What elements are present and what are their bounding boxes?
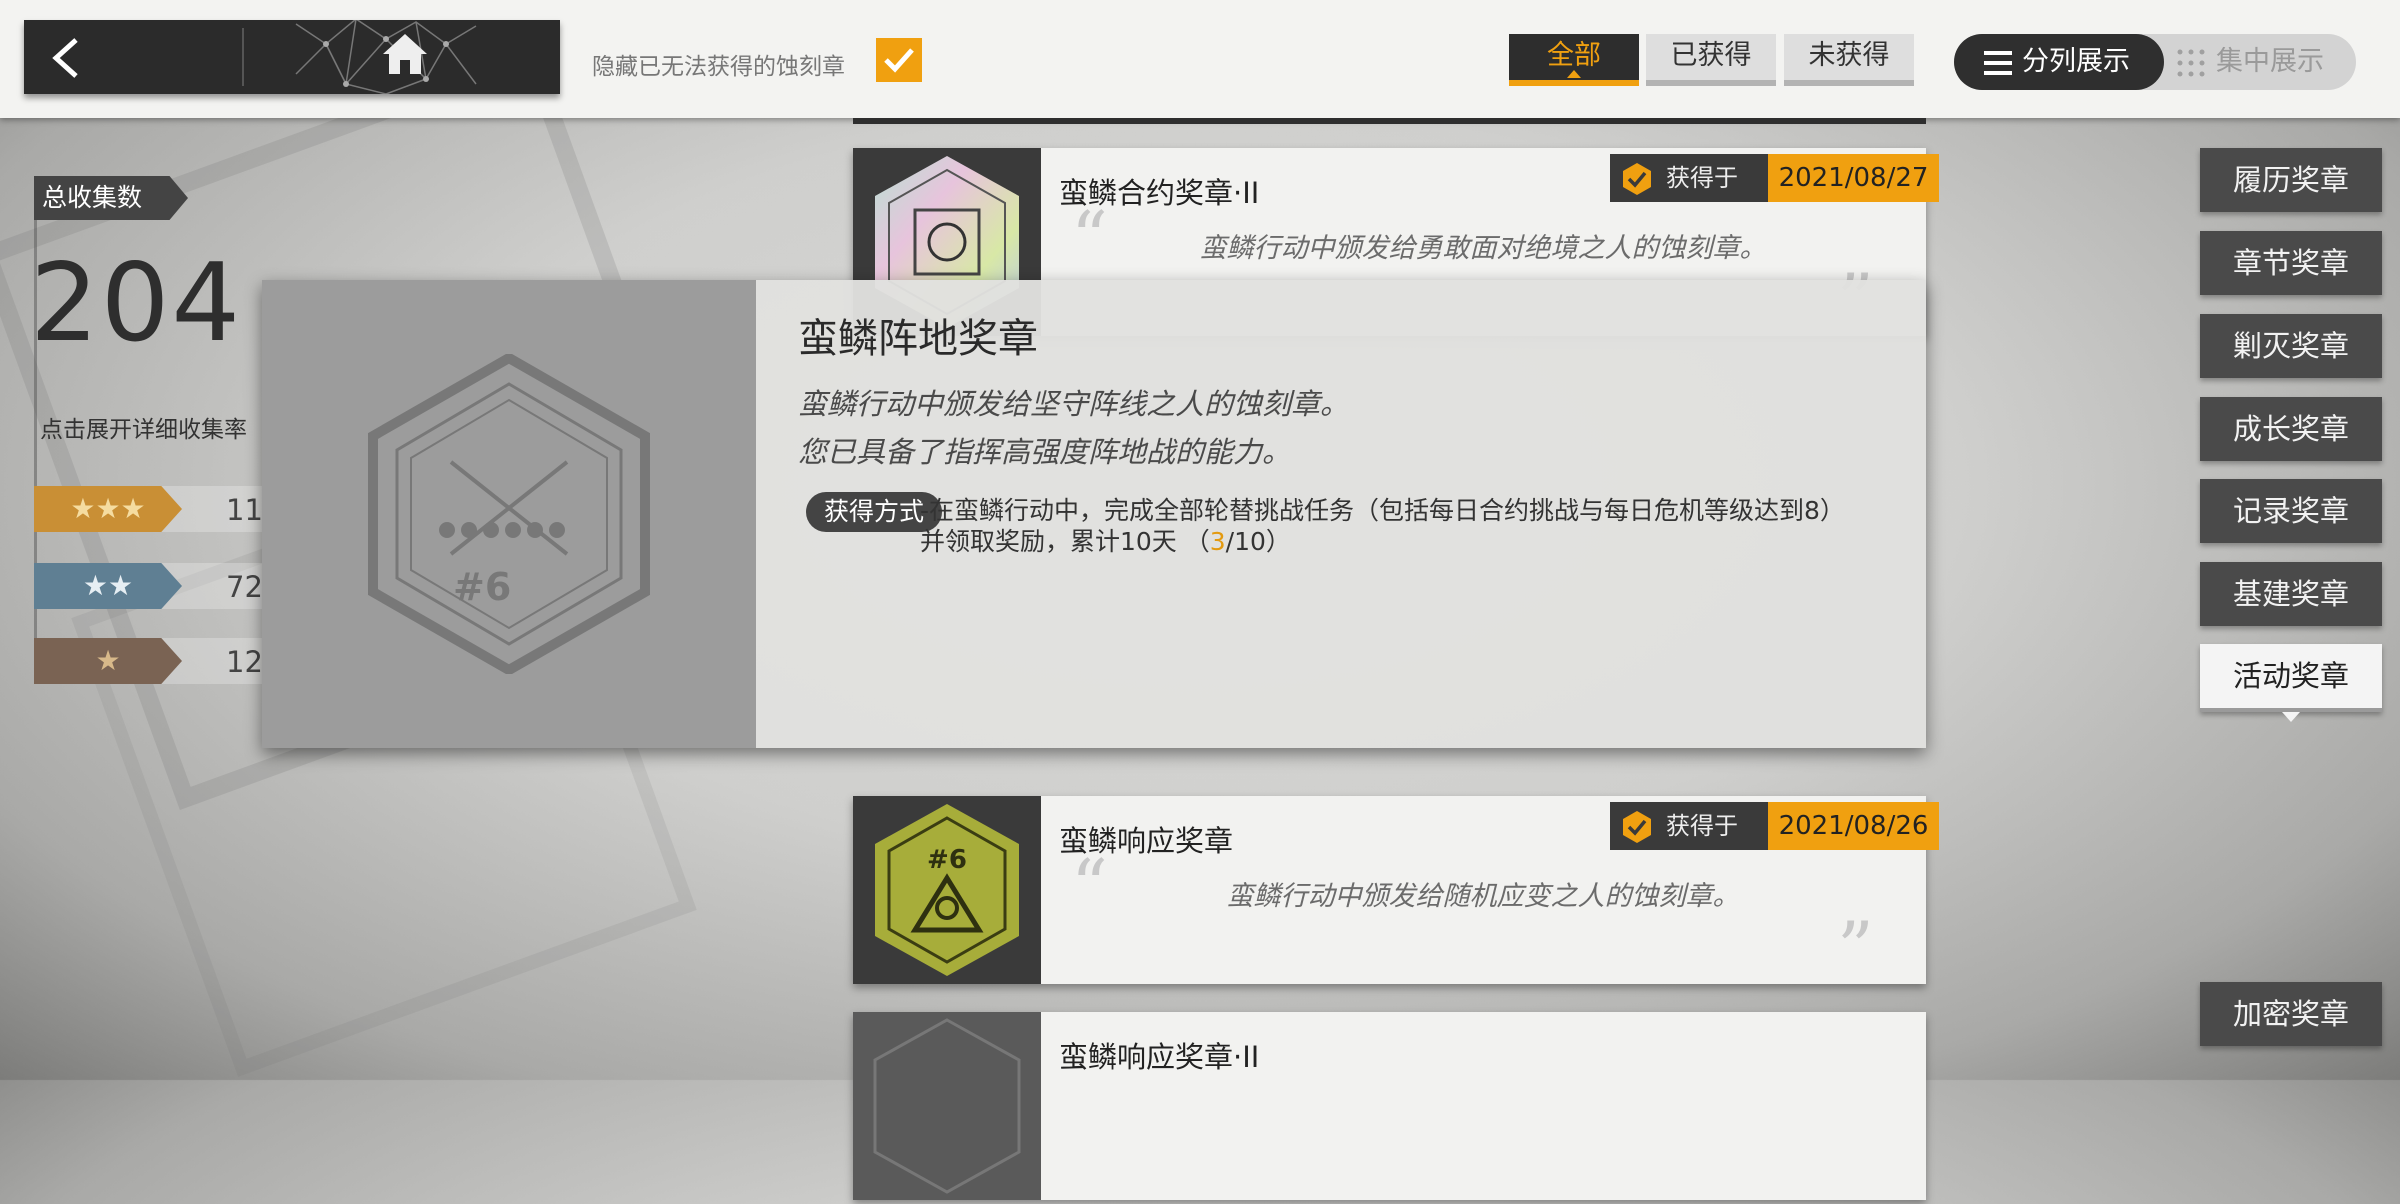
back-button[interactable] [24,20,242,94]
close-quote-icon: ” [1837,906,1874,990]
total-collection-title: 总收集数 [34,176,188,220]
category-growth[interactable]: 成长奖章 [2200,397,2382,461]
popup-info-panel: 蛮鳞阵地奖章 蛮鳞行动中颁发给坚守阵线之人的蚀刻章。 您已具备了指挥高强度阵地战… [756,280,1926,748]
view-split-button[interactable]: 分列展示 [1954,34,2164,90]
popup-desc-line: 您已具备了指挥高强度阵地战的能力。 [798,435,1292,469]
medal-card[interactable]: #6 蛮鳞响应奖章 “ 蛮鳞行动中颁发给随机应变之人的蚀刻章。 ” 获得于 20… [853,796,1939,990]
category-chapter[interactable]: 章节奖章 [2200,231,2382,295]
progress-current: 3 [1209,527,1226,556]
one-star-badge: ★ [34,638,182,684]
obtained-label: 获得于 [1666,812,1738,840]
category-event[interactable]: 活动奖章 [2200,644,2382,722]
two-star-badge: ★★ [34,563,182,609]
obtained-badge: 获得于 [1610,154,1768,202]
medal-description: 蛮鳞行动中颁发给随机应变之人的蚀刻章。 [1226,881,1740,912]
popup-medal-description: 蛮鳞行动中颁发给坚守阵线之人的蚀刻章。 您已具备了指挥高强度阵地战的能力。 [798,380,1349,476]
tab-all[interactable]: 全部 [1509,34,1639,86]
three-star-badge: ★★★ [34,486,182,532]
rarity-row-2-star: ★★ 72 [34,563,264,609]
nav-box [24,20,560,94]
obtained-date: 2021/08/27 [1768,154,1939,202]
medal-thumbnail: #6 [853,796,1041,984]
popup-medal-title: 蛮鳞阵地奖章 [798,316,1038,362]
popup-desc-line: 蛮鳞行动中颁发给坚守阵线之人的蚀刻章。 [798,387,1350,421]
total-collection-count: 204 [30,241,243,366]
obtained-check-icon [1623,811,1651,843]
tab-obtained-label: 已获得 [1670,40,1752,71]
obtained-check-icon [1623,163,1651,195]
top-bar: 隐藏已无法获得的蚀刻章 全部 已获得 未获得 分列展示 集中展示 [0,0,2400,118]
active-category-caret-icon [2282,712,2300,722]
view-mode-toggle: 分列展示 集中展示 [1954,34,2356,90]
open-quote-icon: “ [1071,196,1108,280]
nav-divider [242,28,244,86]
acquire-method-text: -在蛮鳞行动中，完成全部轮替挑战任务（包括每日合约挑战与每日危机等级达到8）并领… [920,495,1840,557]
progress-total: /10） [1225,527,1291,556]
acquire-condition: -在蛮鳞行动中，完成全部轮替挑战任务（包括每日合约挑战与每日危机等级达到8）并领… [920,496,1833,556]
view-focus-label: 集中展示 [2216,46,2324,77]
expand-collection-detail-link[interactable]: 点击展开详细收集率 [40,410,247,444]
medal-thumbnail [853,1012,1041,1200]
medal-card[interactable]: 蛮鳞响应奖章·II [853,1012,1926,1200]
rarity-row-3-star: ★★★ 11 [34,486,264,532]
medal-description: 蛮鳞行动中颁发给勇敢面对绝境之人的蚀刻章。 [1199,233,1767,264]
two-star-count: 72 [226,570,263,604]
medal-detail-popup: #6 蛮鳞阵地奖章 蛮鳞行动中颁发给坚守阵线之人的蚀刻章。 您已具备了指挥高强度… [262,280,1926,748]
obtained-label: 获得于 [1666,164,1738,192]
obtained-date: 2021/08/26 [1768,802,1939,850]
category-infrastructure[interactable]: 基建奖章 [2200,562,2382,626]
home-icon [383,34,427,74]
category-record[interactable]: 记录奖章 [2200,479,2382,543]
view-split-label: 分列展示 [2022,46,2130,77]
locked-medal-icon [873,1018,1021,1194]
list-icon [1984,51,2012,75]
back-arrow-icon [52,38,78,78]
medal-name: 蛮鳞响应奖章·II [1059,1040,1260,1074]
list-top-edge [853,118,1926,124]
open-quote-icon: “ [1071,844,1108,928]
hide-unavailable-label: 隐藏已无法获得的蚀刻章 [592,54,845,80]
green-medal-icon: #6 [875,804,1019,976]
category-encrypted[interactable]: 加密奖章 [2200,982,2382,1046]
popup-medal-panel: #6 [262,280,756,748]
tab-not-obtained[interactable]: 未获得 [1784,34,1914,86]
category-annihilation[interactable]: 剿灭奖章 [2200,314,2382,378]
svg-text:#6: #6 [927,845,967,875]
tab-obtained[interactable]: 已获得 [1646,34,1776,86]
checkmark-icon [884,48,914,73]
obtained-badge: 获得于 [1610,802,1768,850]
three-star-count: 11 [226,493,263,527]
active-tab-caret-icon [1567,70,1581,78]
tab-not-obtained-label: 未获得 [1808,40,1890,71]
svg-text:#6: #6 [453,565,511,609]
category-resume[interactable]: 履历奖章 [2200,148,2382,212]
grid-icon [2177,49,2205,77]
category-event-label: 活动奖章 [2232,659,2349,693]
position-medal-icon: #6 [368,354,650,674]
home-button[interactable] [246,20,560,94]
view-focus-button[interactable]: 集中展示 [2176,34,2356,90]
tab-all-label: 全部 [1547,40,1601,71]
rarity-row-1-star: ★ 121 [34,638,281,684]
hide-unavailable-checkbox[interactable] [876,38,922,82]
